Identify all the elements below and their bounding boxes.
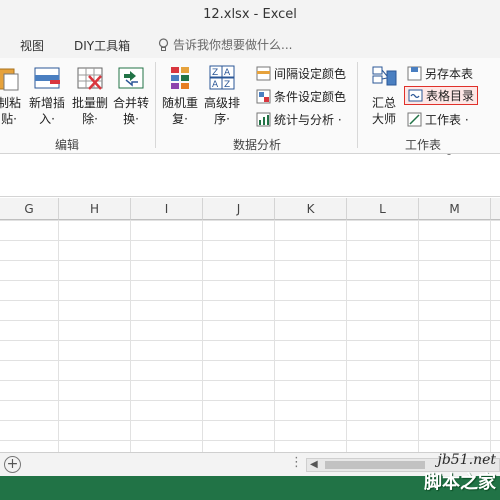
- paste-icon: [0, 68, 19, 91]
- advanced-sort-label: 高级排 序·: [203, 96, 240, 126]
- grid-line: [274, 220, 275, 452]
- conditional-color-icon: [256, 89, 271, 104]
- column-header-l[interactable]: L: [346, 198, 418, 220]
- add-sheet-button[interactable]: +: [4, 456, 21, 473]
- svg-text:Z: Z: [212, 68, 218, 78]
- ribbon: 制粘 贴· 新增插 入· 批量删 除· 合并转 换· 编辑 随机重 复· Z A…: [0, 58, 500, 173]
- batch-delete-label: 批量删 除·: [71, 96, 108, 126]
- random-blocks-icon: [171, 67, 189, 89]
- tell-me-text: 告诉我你想要做什么...: [173, 38, 293, 52]
- save-sheet-label: 另存本表: [425, 67, 474, 81]
- stats-analysis-label: 统计与分析 ·: [274, 113, 342, 127]
- delete-grid-icon: [77, 67, 103, 90]
- watermark: jb51.net 脚本之家: [424, 452, 496, 494]
- summary-icon: [372, 66, 397, 86]
- worksheet-label: 工作表 ·: [425, 113, 469, 127]
- tab-diy-toolbox[interactable]: DIY工具箱: [74, 37, 130, 54]
- save-sheet-button[interactable]: 另存本表: [407, 65, 473, 82]
- scrollbar-thumb[interactable]: [325, 461, 425, 469]
- stats-icon: [256, 112, 271, 127]
- tab-view[interactable]: 视图: [20, 37, 44, 54]
- cell-grid[interactable]: [0, 220, 500, 452]
- grid-line: [418, 220, 419, 452]
- paste-button[interactable]: 制粘 贴·: [0, 64, 26, 127]
- column-header-n[interactable]: [490, 198, 500, 220]
- group-label-data-analysis: 数据分析: [233, 138, 282, 152]
- merge-convert-button[interactable]: 合并转 换·: [110, 64, 152, 127]
- summary-master-label: 汇总 大师: [371, 96, 396, 126]
- window-title: 12.xlsx - Excel: [203, 7, 297, 22]
- summary-master-button[interactable]: 汇总 大师: [366, 64, 402, 127]
- sheet-directory-icon: [408, 89, 423, 102]
- scroll-left-icon[interactable]: ◀: [310, 459, 318, 470]
- grid-line: [130, 220, 131, 452]
- sheet-directory-label: 表格目录: [426, 89, 475, 103]
- interval-color-label: 间隔设定颜色: [274, 67, 347, 81]
- tell-me-search[interactable]: 告诉我你想要做什么...: [158, 36, 292, 53]
- svg-text:A: A: [224, 68, 231, 78]
- interval-color-icon: [256, 66, 271, 81]
- insert-button[interactable]: 新增插 入·: [26, 64, 68, 127]
- svg-text:Z: Z: [224, 80, 230, 90]
- conditional-color-button[interactable]: 条件设定颜色: [256, 88, 346, 105]
- random-repeat-label: 随机重 复·: [161, 96, 198, 126]
- grid-line: [346, 220, 347, 452]
- save-sheet-icon: [407, 66, 422, 81]
- group-separator: [357, 62, 358, 148]
- column-header-j[interactable]: J: [202, 198, 274, 220]
- grid-line: [202, 220, 203, 452]
- insert-label: 新增插 入·: [28, 96, 65, 126]
- sheet-bar-splitter[interactable]: ⋮: [290, 455, 303, 470]
- excel-window: 12.xlsx - Excel 视图 DIY工具箱 告诉我你想要做什么... 制…: [0, 0, 500, 500]
- insert-rows-icon: [34, 67, 60, 89]
- merge-icon: [118, 67, 144, 89]
- group-label-edit: 编辑: [55, 138, 80, 152]
- group-label-worksheet: 工作表: [405, 138, 442, 152]
- random-repeat-button[interactable]: 随机重 复·: [160, 64, 200, 127]
- column-header-i[interactable]: I: [130, 198, 202, 220]
- stats-analysis-button[interactable]: 统计与分析 ·: [256, 111, 342, 128]
- sheet-directory-button[interactable]: 表格目录: [404, 86, 479, 105]
- worksheet-icon: [407, 112, 422, 127]
- watermark-brand: 脚本之家: [424, 472, 496, 493]
- column-header-g[interactable]: G: [0, 198, 58, 220]
- lightbulb-icon: [158, 37, 169, 51]
- svg-text:A: A: [212, 80, 219, 90]
- column-header-k[interactable]: K: [274, 198, 346, 220]
- title-bar: 12.xlsx - Excel: [0, 0, 500, 30]
- ribbon-tabs: 视图 DIY工具箱 告诉我你想要做什么...: [0, 30, 500, 58]
- interval-color-button[interactable]: 间隔设定颜色: [256, 65, 346, 82]
- worksheet-dropdown[interactable]: 工作表 ·: [407, 111, 469, 128]
- advanced-sort-button[interactable]: Z A A Z 高级排 序·: [202, 64, 242, 127]
- formula-bar-area: [0, 155, 500, 197]
- paste-label: 制粘 贴·: [0, 96, 21, 126]
- column-header-m[interactable]: M: [418, 198, 490, 220]
- sort-az-icon: Z A A Z: [209, 65, 235, 90]
- merge-convert-label: 合并转 换·: [112, 96, 149, 126]
- watermark-url: jb51.net: [437, 452, 497, 468]
- group-separator: [155, 62, 156, 148]
- batch-delete-button[interactable]: 批量删 除·: [70, 64, 110, 127]
- conditional-color-label: 条件设定颜色: [274, 90, 347, 104]
- grid-line: [58, 220, 59, 452]
- column-header-h[interactable]: H: [58, 198, 130, 220]
- grid-line: [490, 220, 491, 452]
